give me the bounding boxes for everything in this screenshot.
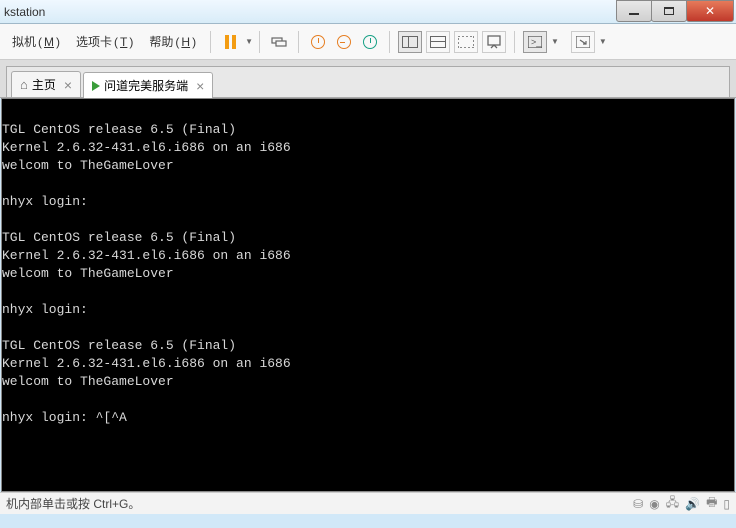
- view-layout-2[interactable]: [426, 31, 450, 53]
- view-layout-4[interactable]: [482, 31, 506, 53]
- statusbar: 机内部单击或按 Ctrl+G。 ⛁ ◉ 🖧 🔊 🖶 ▯: [0, 492, 736, 514]
- pause-button[interactable]: [219, 31, 241, 53]
- console-button[interactable]: >_: [523, 31, 547, 53]
- window-titlebar: kstation ✕: [0, 0, 736, 24]
- tab-vm-label: 问道完美服务端: [104, 77, 188, 94]
- tab-area: ⌂ 主页 × 问道完美服务端 ×: [0, 60, 736, 98]
- status-icons: ⛁ ◉ 🖧 🔊 🖶 ▯: [633, 493, 730, 514]
- fullscreen-dropdown[interactable]: ▼: [599, 37, 607, 46]
- tab-home[interactable]: ⌂ 主页 ×: [11, 71, 81, 97]
- console-dropdown[interactable]: ▼: [551, 37, 559, 46]
- menu-help[interactable]: 帮助(H): [141, 29, 204, 54]
- view-layout-3[interactable]: [454, 31, 478, 53]
- tab-vm-close[interactable]: ×: [196, 78, 204, 94]
- home-icon: ⌂: [20, 77, 28, 92]
- tab-vm-active[interactable]: 问道完美服务端 ×: [83, 72, 213, 98]
- revert-button[interactable]: [333, 31, 355, 53]
- manage-snapshots-button[interactable]: [359, 31, 381, 53]
- device-hdd-icon[interactable]: ⛁: [633, 497, 643, 511]
- vm-running-icon: [92, 81, 100, 91]
- menu-tabs[interactable]: 选项卡(T): [68, 29, 141, 54]
- svg-text:>_: >_: [531, 37, 542, 47]
- window-controls: ✕: [617, 0, 736, 23]
- tab-home-close[interactable]: ×: [64, 77, 72, 93]
- minimize-button[interactable]: [616, 0, 652, 22]
- tab-home-label: 主页: [32, 76, 56, 93]
- pause-dropdown[interactable]: ▼: [245, 37, 253, 46]
- menubar: 拟机(M) 选项卡(T) 帮助(H) ▼ >_ ▼ ▼: [0, 24, 736, 60]
- device-printer-icon[interactable]: 🖶: [706, 493, 717, 514]
- maximize-button[interactable]: [651, 0, 687, 22]
- terminal-console[interactable]: TGL CentOS release 6.5 (Final) Kernel 2.…: [1, 98, 735, 492]
- window-title: kstation: [4, 5, 45, 19]
- snapshot-button[interactable]: [307, 31, 329, 53]
- device-cd-icon[interactable]: ◉: [649, 497, 659, 511]
- menu-vm[interactable]: 拟机(M): [4, 29, 68, 54]
- send-ctrlaltdel-button[interactable]: [268, 31, 290, 53]
- device-usb-icon[interactable]: ▯: [723, 497, 730, 511]
- device-sound-icon[interactable]: 🔊: [685, 497, 700, 511]
- device-net-icon[interactable]: 🖧: [666, 493, 679, 514]
- statusbar-hint: 机内部单击或按 Ctrl+G。: [6, 495, 140, 512]
- view-layout-1[interactable]: [398, 31, 422, 53]
- close-button[interactable]: ✕: [686, 0, 734, 22]
- fullscreen-button[interactable]: [571, 31, 595, 53]
